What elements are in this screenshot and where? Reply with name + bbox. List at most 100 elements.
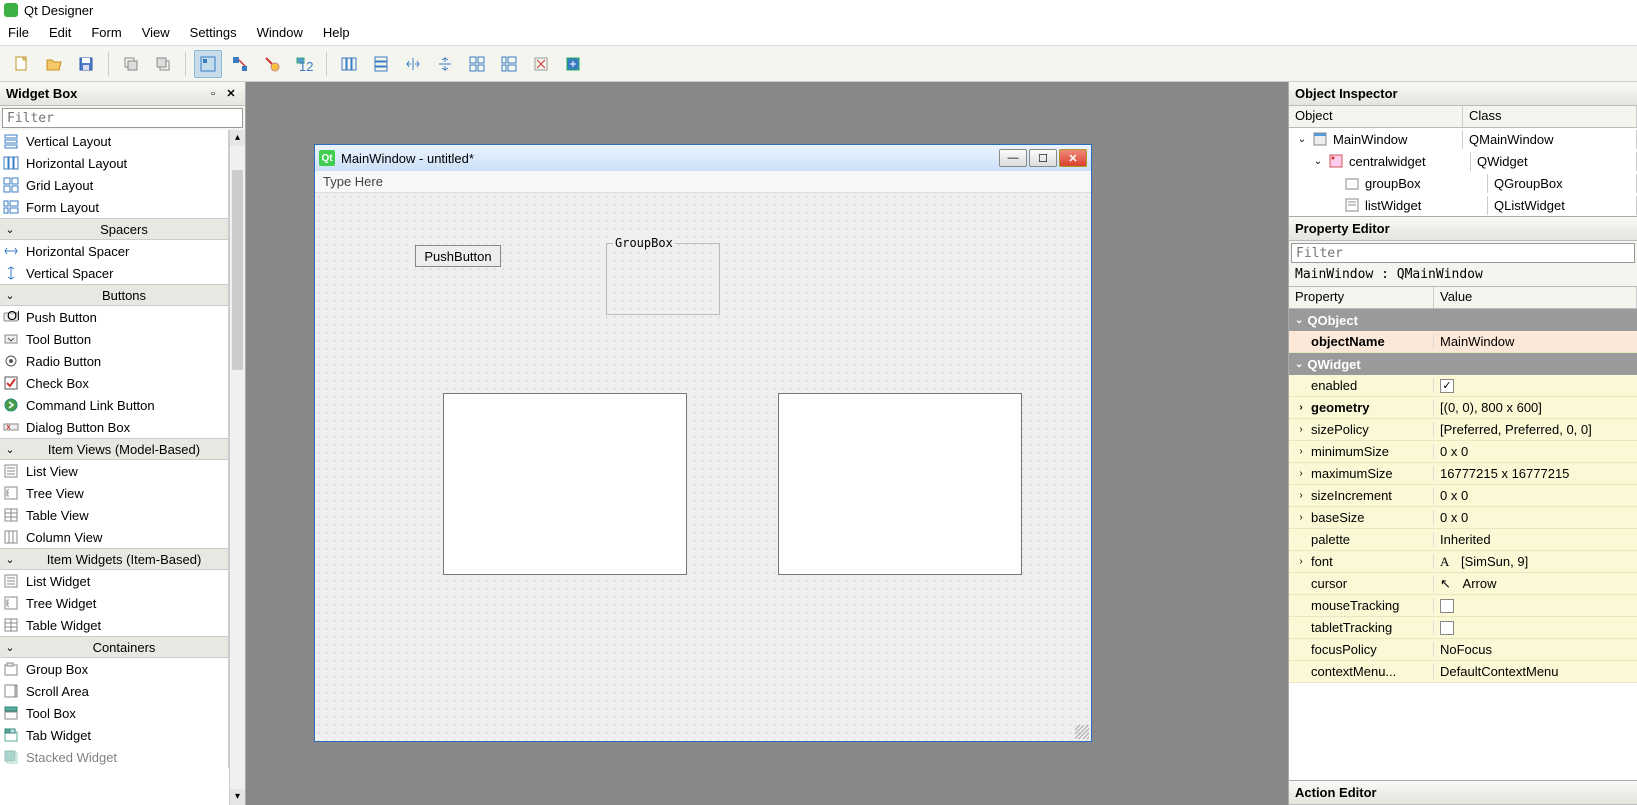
prop-font[interactable]: ›fontA [SimSun, 9]: [1289, 551, 1637, 573]
edit-signals-button[interactable]: [226, 50, 254, 78]
category-containers[interactable]: ⌄Containers: [0, 636, 228, 658]
adjust-size-button[interactable]: [559, 50, 587, 78]
widget-item-list-widget[interactable]: List Widget: [0, 570, 228, 592]
scroll-up-arrow[interactable]: ▴: [230, 130, 245, 146]
menu-window[interactable]: Window: [257, 25, 303, 40]
widget-item-list-view[interactable]: List View: [0, 460, 228, 482]
widget-item-vertical-spacer[interactable]: Vertical Spacer: [0, 262, 228, 284]
canvas-listwidget-2[interactable]: [778, 393, 1022, 575]
form-menu-placeholder[interactable]: Type Here: [315, 171, 1091, 193]
break-layout-button[interactable]: [527, 50, 555, 78]
widget-item-check-box[interactable]: Check Box: [0, 372, 228, 394]
widget-tree[interactable]: Vertical Layout Horizontal Layout Grid L…: [0, 130, 245, 805]
widget-item-table-widget[interactable]: Table Widget: [0, 614, 228, 636]
widget-item-radio-button[interactable]: Radio Button: [0, 350, 228, 372]
expand-icon[interactable]: ›: [1295, 446, 1307, 457]
widget-item-vertical-layout[interactable]: Vertical Layout: [0, 130, 228, 152]
widget-item-form-layout[interactable]: Form Layout: [0, 196, 228, 218]
widget-item-push-button[interactable]: OKPush Button: [0, 306, 228, 328]
widget-item-tool-button[interactable]: Tool Button: [0, 328, 228, 350]
prop-enabled[interactable]: enabled✓: [1289, 375, 1637, 397]
object-row-centralwidget[interactable]: ⌄centralwidget QWidget: [1289, 150, 1637, 172]
layout-form-button[interactable]: [495, 50, 523, 78]
widget-filter-input[interactable]: [2, 108, 243, 128]
canvas-listwidget-1[interactable]: [443, 393, 687, 575]
prop-group-qobject[interactable]: ⌄QObject: [1289, 309, 1637, 331]
property-filter-input[interactable]: [1291, 243, 1635, 263]
prop-palette[interactable]: paletteInherited: [1289, 529, 1637, 551]
expand-icon[interactable]: ›: [1295, 512, 1307, 523]
prop-maximumsize[interactable]: ›maximumSize16777215 x 16777215: [1289, 463, 1637, 485]
form-window[interactable]: Qt MainWindow - untitled* — ☐ ✕ Type Her…: [314, 144, 1092, 742]
edit-buddies-button[interactable]: [258, 50, 286, 78]
prop-sizeincrement[interactable]: ›sizeIncrement0 x 0: [1289, 485, 1637, 507]
bring-front-button[interactable]: [149, 50, 177, 78]
property-table[interactable]: ⌄QObject objectNameMainWindow ⌄QWidget e…: [1289, 309, 1637, 780]
column-class[interactable]: Class: [1463, 106, 1637, 127]
prop-sizepolicy[interactable]: ›sizePolicy[Preferred, Preferred, 0, 0]: [1289, 419, 1637, 441]
widget-item-tool-box[interactable]: Tool Box: [0, 702, 228, 724]
checkbox-mousetracking[interactable]: [1440, 599, 1454, 613]
widget-item-tab-widget[interactable]: Tab Widget: [0, 724, 228, 746]
prop-contextmenu[interactable]: contextMenu...DefaultContextMenu: [1289, 661, 1637, 683]
category-spacers[interactable]: ⌄Spacers: [0, 218, 228, 240]
prop-minimumsize[interactable]: ›minimumSize0 x 0: [1289, 441, 1637, 463]
widget-item-grid-layout[interactable]: Grid Layout: [0, 174, 228, 196]
float-button[interactable]: ▫: [205, 87, 221, 101]
scrollbar-vertical[interactable]: ▴ ▾: [229, 130, 245, 805]
prop-basesize[interactable]: ›baseSize0 x 0: [1289, 507, 1637, 529]
widget-item-tree-widget[interactable]: Tree Widget: [0, 592, 228, 614]
object-row-groupbox[interactable]: groupBox QGroupBox: [1289, 172, 1637, 194]
edit-taborder-button[interactable]: 123: [290, 50, 318, 78]
prop-group-qwidget[interactable]: ⌄QWidget: [1289, 353, 1637, 375]
menu-form[interactable]: Form: [91, 25, 121, 40]
category-item-views[interactable]: ⌄Item Views (Model-Based): [0, 438, 228, 460]
canvas-pushbutton[interactable]: PushButton: [415, 245, 501, 267]
expand-icon[interactable]: ›: [1295, 424, 1307, 435]
canvas-groupbox[interactable]: GroupBox: [606, 243, 720, 315]
column-property[interactable]: Property: [1289, 287, 1434, 308]
object-tree[interactable]: ⌄MainWindow QMainWindow ⌄centralwidget Q…: [1289, 128, 1637, 216]
scroll-down-arrow[interactable]: ▾: [230, 789, 245, 805]
object-row-mainwindow[interactable]: ⌄MainWindow QMainWindow: [1289, 128, 1637, 150]
expand-icon[interactable]: ›: [1295, 556, 1307, 567]
category-buttons[interactable]: ⌄Buttons: [0, 284, 228, 306]
menu-help[interactable]: Help: [323, 25, 350, 40]
edit-widgets-button[interactable]: [194, 50, 222, 78]
new-form-button[interactable]: [8, 50, 36, 78]
open-form-button[interactable]: [40, 50, 68, 78]
widget-item-table-view[interactable]: Table View: [0, 504, 228, 526]
layout-grid-button[interactable]: [463, 50, 491, 78]
widget-item-horizontal-layout[interactable]: Horizontal Layout: [0, 152, 228, 174]
prop-focuspolicy[interactable]: focusPolicyNoFocus: [1289, 639, 1637, 661]
form-title-bar[interactable]: Qt MainWindow - untitled* — ☐ ✕: [315, 145, 1091, 171]
close-button[interactable]: ✕: [1059, 149, 1087, 167]
column-value[interactable]: Value: [1434, 287, 1637, 308]
expand-icon[interactable]: ›: [1295, 468, 1307, 479]
design-canvas[interactable]: Qt MainWindow - untitled* — ☐ ✕ Type Her…: [246, 82, 1288, 805]
widget-item-tree-view[interactable]: Tree View: [0, 482, 228, 504]
close-panel-button[interactable]: ✕: [223, 87, 239, 101]
menu-file[interactable]: File: [8, 25, 29, 40]
prop-objectname[interactable]: objectNameMainWindow: [1289, 331, 1637, 353]
menu-view[interactable]: View: [142, 25, 170, 40]
menu-edit[interactable]: Edit: [49, 25, 71, 40]
resize-grip-icon[interactable]: [1075, 725, 1089, 739]
widget-item-stacked-widget[interactable]: Stacked Widget: [0, 746, 228, 768]
widget-item-group-box[interactable]: Group Box: [0, 658, 228, 680]
layout-hsplitter-button[interactable]: [399, 50, 427, 78]
category-item-widgets[interactable]: ⌄Item Widgets (Item-Based): [0, 548, 228, 570]
object-row-listwidget[interactable]: listWidget QListWidget: [1289, 194, 1637, 216]
maximize-button[interactable]: ☐: [1029, 149, 1057, 167]
minimize-button[interactable]: —: [999, 149, 1027, 167]
prop-tablettracking[interactable]: tabletTracking: [1289, 617, 1637, 639]
layout-vertical-button[interactable]: [367, 50, 395, 78]
layout-vsplitter-button[interactable]: [431, 50, 459, 78]
menu-settings[interactable]: Settings: [190, 25, 237, 40]
prop-mousetracking[interactable]: mouseTracking: [1289, 595, 1637, 617]
prop-cursor[interactable]: cursor↖ Arrow: [1289, 573, 1637, 595]
checkbox-tablettracking[interactable]: [1440, 621, 1454, 635]
widget-item-column-view[interactable]: Column View: [0, 526, 228, 548]
form-central-widget[interactable]: PushButton GroupBox: [315, 193, 1091, 741]
widget-item-scroll-area[interactable]: Scroll Area: [0, 680, 228, 702]
